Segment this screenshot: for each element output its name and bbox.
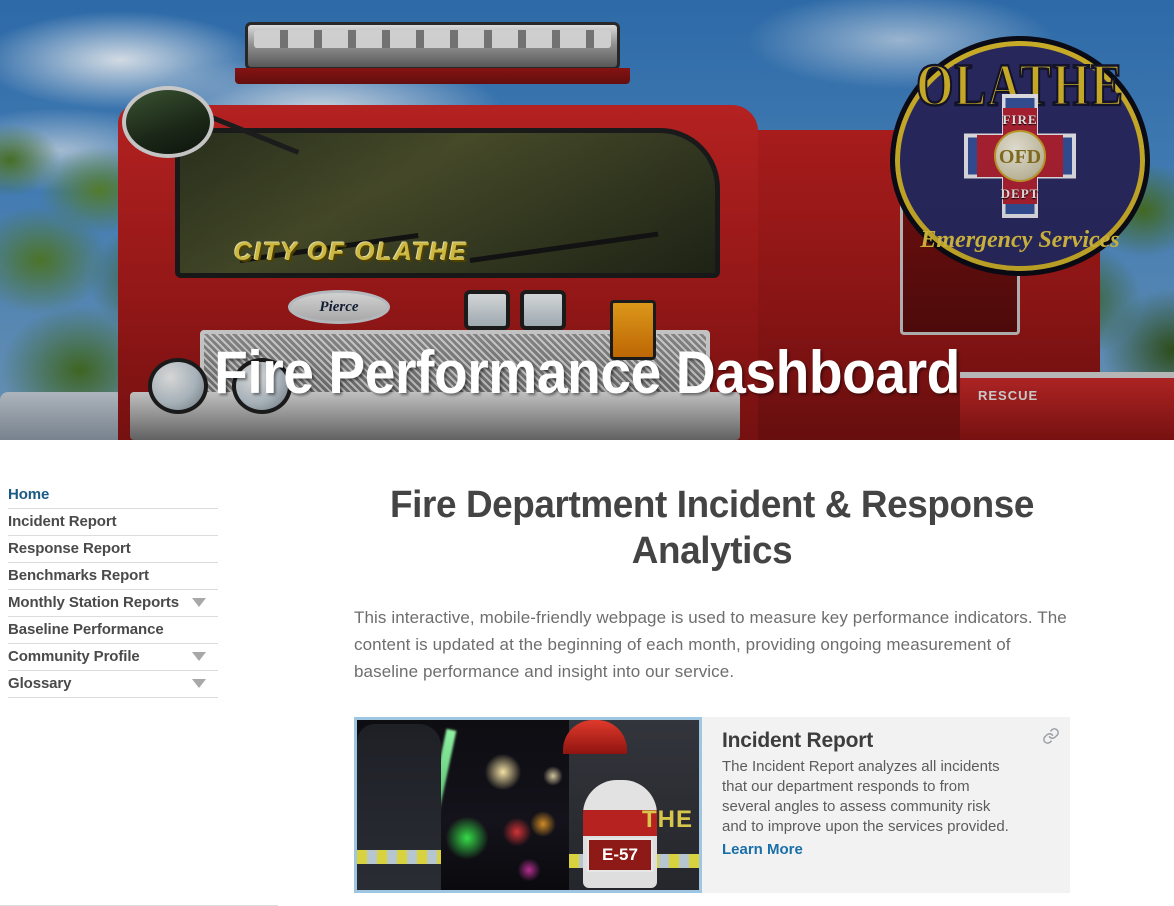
sidebar-item-label: Incident Report — [8, 513, 117, 530]
sidebar-item-label: Response Report — [8, 540, 131, 557]
page-title: Fire Performance Dashboard — [214, 339, 960, 407]
firefighter-silhouette — [357, 724, 441, 890]
main-content: Fire Department Incident & Response Anal… — [218, 482, 1174, 906]
card-thumbnail-incident[interactable]: THE E-57 — [354, 717, 702, 893]
card-body: Incident Report The Incident Report anal… — [702, 717, 1070, 893]
page-body: Home Incident Report Response Report Ben… — [0, 440, 1174, 906]
intro-paragraph: This interactive, mobile-friendly webpag… — [354, 608, 1067, 681]
chevron-down-icon[interactable] — [192, 679, 206, 688]
sidebar-item-baseline-performance[interactable]: Baseline Performance — [8, 617, 218, 644]
sidebar-nav: Home Incident Report Response Report Ben… — [0, 482, 218, 698]
sidebar-item-incident-report[interactable]: Incident Report — [8, 509, 218, 536]
sidebar-item-label: Baseline Performance — [8, 621, 164, 638]
sidebar-item-glossary[interactable]: Glossary — [8, 671, 218, 698]
engine-number-placard: E-57 — [587, 838, 653, 872]
sidebar-item-community-profile[interactable]: Community Profile — [8, 644, 218, 671]
sidebar-item-benchmarks-report[interactable]: Benchmarks Report — [8, 563, 218, 590]
incident-scene-photo: THE E-57 — [357, 720, 699, 890]
sidebar-item-label: Benchmarks Report — [8, 567, 149, 584]
sidebar-item-label: Glossary — [8, 675, 72, 692]
sidebar-item-home[interactable]: Home — [8, 482, 218, 509]
card-incident-report: THE E-57 Incident Report The Incident Re… — [354, 717, 1070, 893]
learn-more-link[interactable]: Learn More — [722, 841, 803, 858]
sidebar-item-monthly-station-reports[interactable]: Monthly Station Reports — [8, 590, 218, 617]
link-icon[interactable] — [1042, 727, 1060, 745]
chevron-down-icon[interactable] — [192, 598, 206, 607]
sidebar-item-label: Monthly Station Reports — [8, 594, 180, 611]
card-title: Incident Report — [722, 729, 874, 752]
turnout-gear-text: THE — [642, 806, 693, 833]
sidebar-item-label: Home — [8, 486, 50, 503]
sidebar-item-response-report[interactable]: Response Report — [8, 536, 218, 563]
main-heading: Fire Department Incident & Response Anal… — [390, 484, 1034, 572]
sidebar-item-label: Community Profile — [8, 648, 140, 665]
card-description: The Incident Report analyzes all inciden… — [722, 758, 1009, 835]
hero-banner: CITY OF OLATHE Pierce RESCUE OLATHE FIRE… — [0, 0, 1174, 440]
chevron-down-icon[interactable] — [192, 652, 206, 661]
